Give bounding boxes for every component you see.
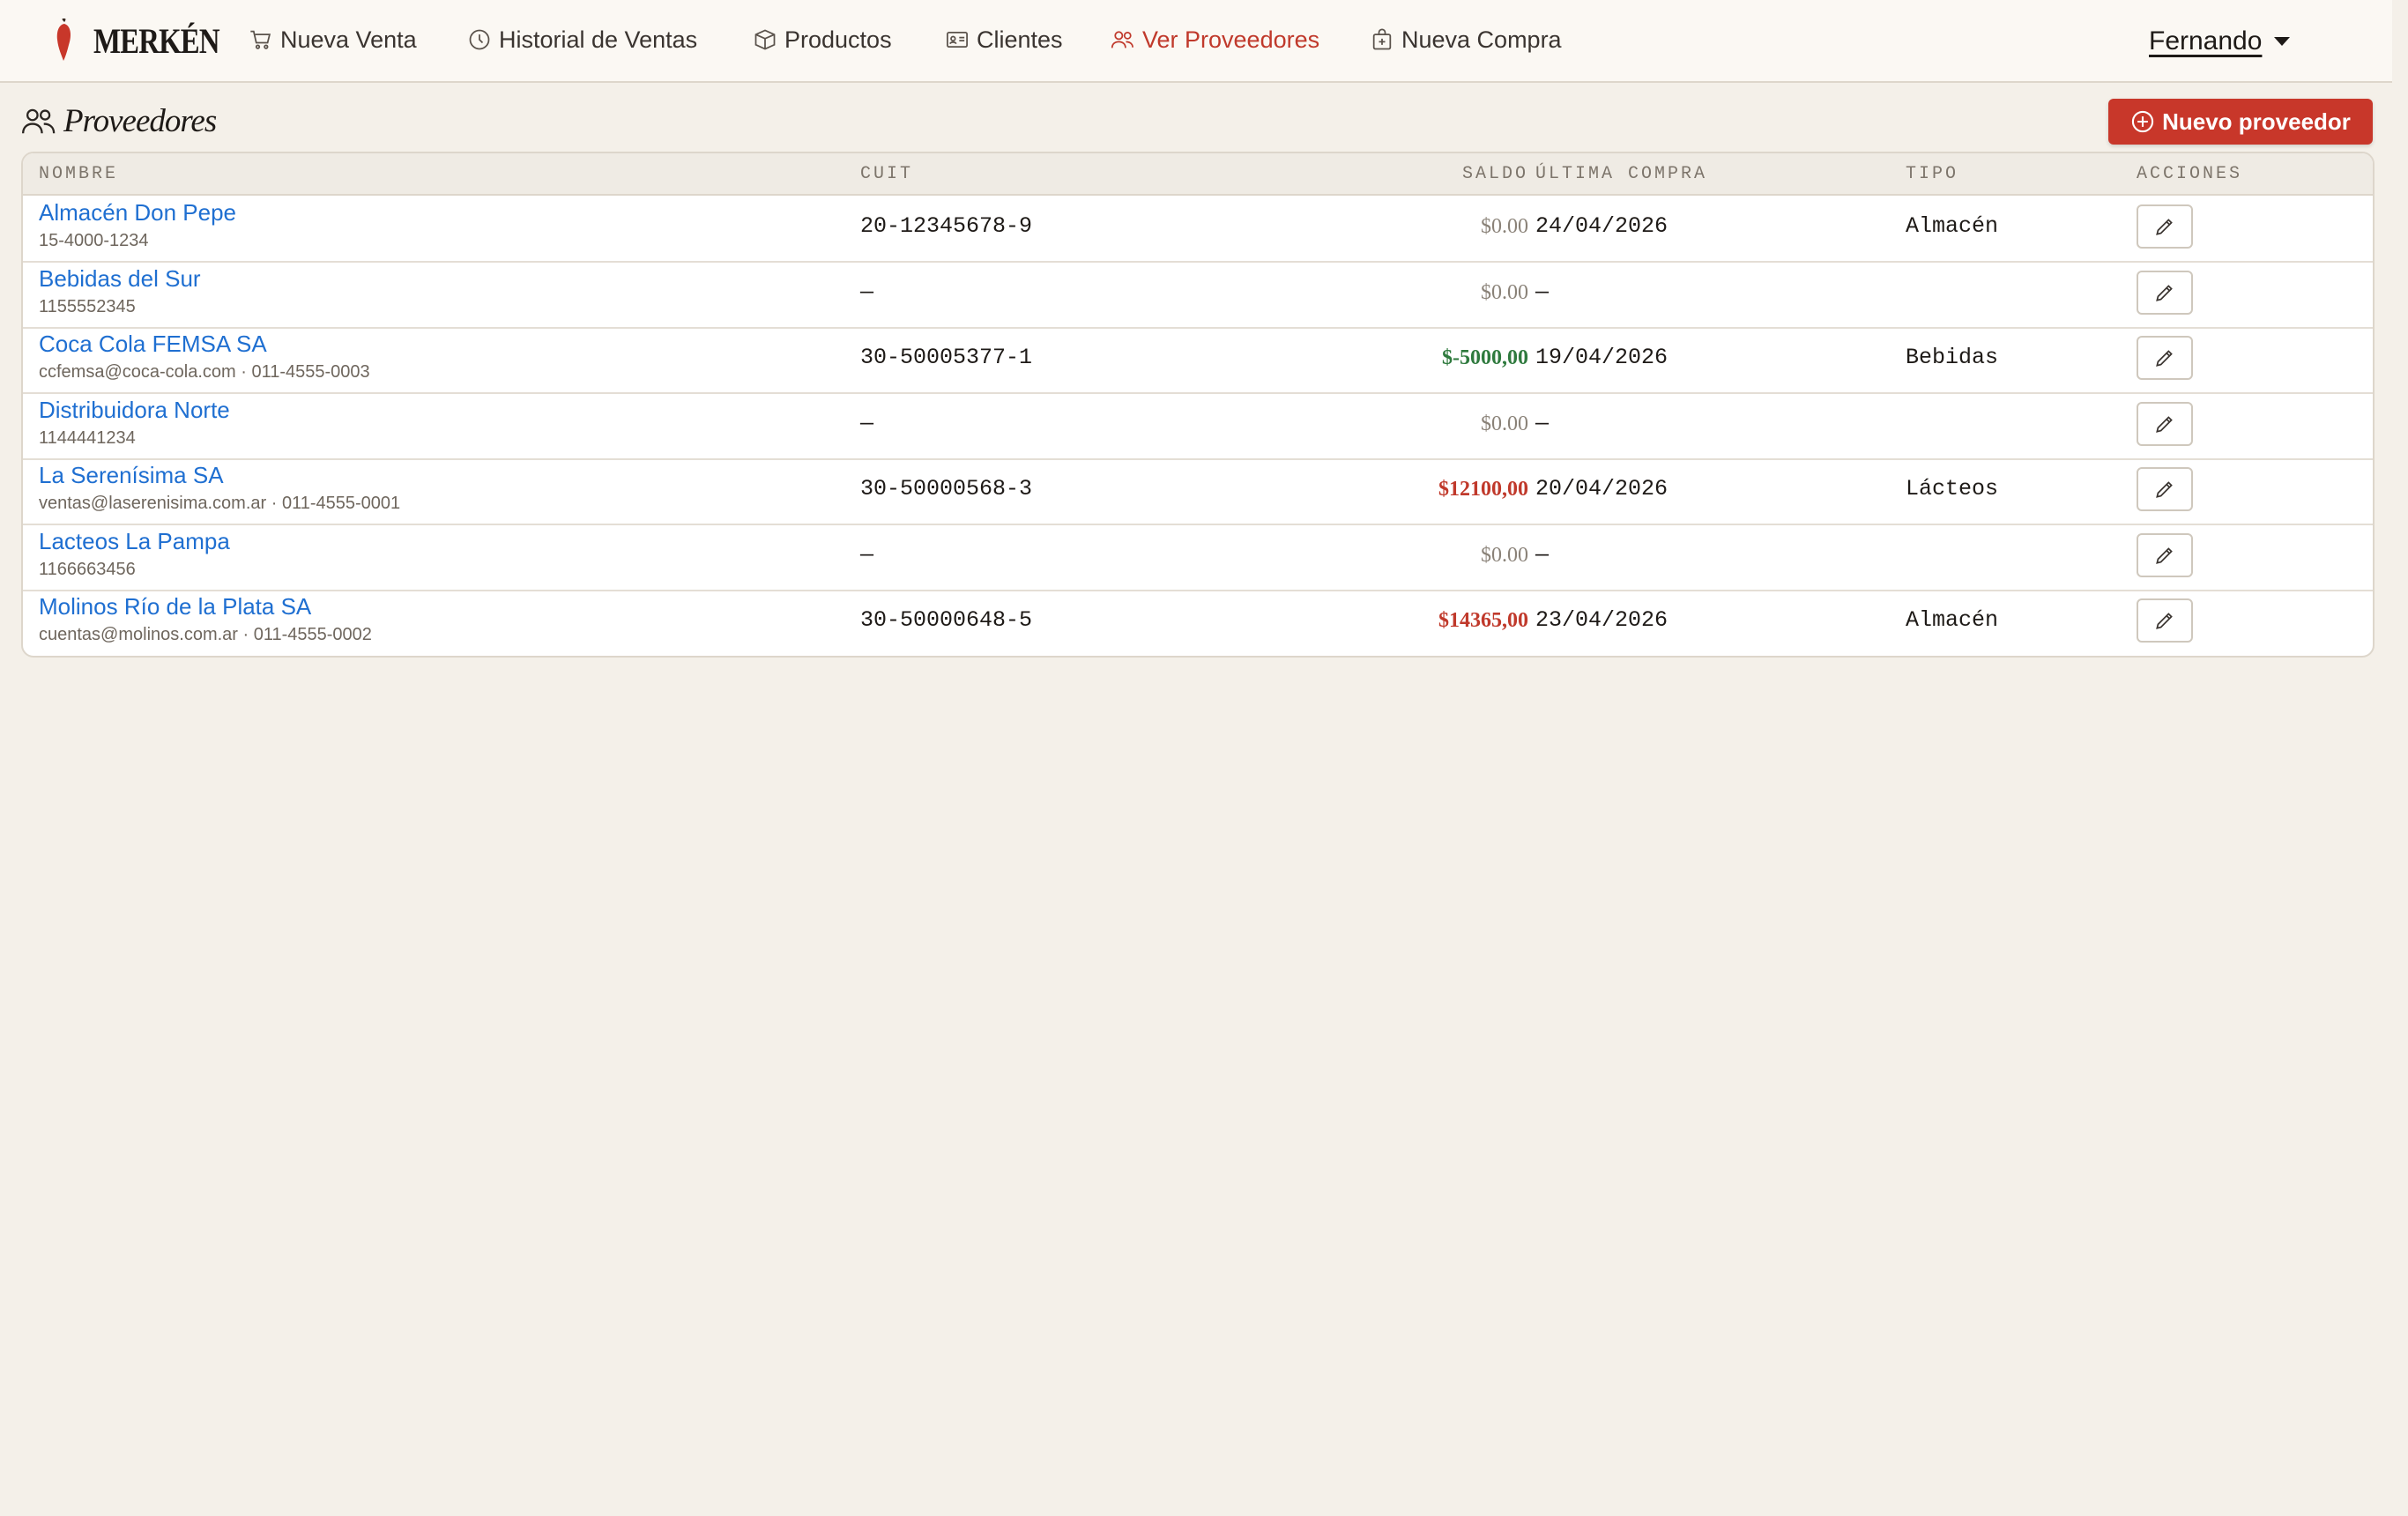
supplier-last-purchase: 19/04/2026 xyxy=(1535,345,1669,370)
column-header-saldo: SALDO xyxy=(1461,164,1528,184)
supplier-contact: 1166663456 xyxy=(39,559,136,579)
pencil-icon xyxy=(2156,613,2173,629)
nav-nueva-compra[interactable]: Nueva Compra xyxy=(1370,21,1562,58)
users-icon xyxy=(1111,31,1133,48)
cart-icon xyxy=(250,30,271,49)
column-header-tipo: TIPO xyxy=(1906,164,1959,184)
supplier-saldo: $0.00 xyxy=(1481,215,1528,238)
supplier-name-link[interactable]: Lacteos La Pampa xyxy=(39,528,230,555)
supplier-name-link[interactable]: Distribuidora Norte xyxy=(39,397,230,424)
caret-down-icon xyxy=(2274,37,2291,46)
table-row: Bebidas del Sur 1155552345 — $0.00 — xyxy=(23,262,2373,329)
pencil-icon xyxy=(2156,546,2173,564)
user-name: Fernando xyxy=(2149,26,2263,56)
new-supplier-label: Nuevo proveedor xyxy=(2162,108,2351,135)
box-icon xyxy=(754,29,776,50)
pencil-icon xyxy=(2156,415,2173,433)
table-row: Coca Cola FEMSA SA ccfemsa@coca-cola.com… xyxy=(23,327,2373,394)
table-row: La Serenísima SA ventas@laserenisima.com… xyxy=(23,458,2373,525)
supplier-contact: ccfemsa@coca-cola.com · 011-4555-0003 xyxy=(39,362,370,382)
table-row: Molinos Río de la Plata SA cuentas@molin… xyxy=(23,590,2373,655)
brand-logo[interactable]: MERKÉN xyxy=(51,16,247,65)
supplier-cuit: — xyxy=(860,541,874,568)
supplier-last-purchase: — xyxy=(1535,541,1550,568)
page-header: Proveedores xyxy=(21,99,217,143)
supplier-contact: 1155552345 xyxy=(39,296,136,316)
supplier-contact: 1144441234 xyxy=(39,427,136,448)
nav-nueva-venta[interactable]: Nueva Venta xyxy=(249,21,417,58)
top-navbar: MERKÉN Nueva Venta Historial de Ventas P… xyxy=(0,0,2392,83)
nav-label: Historial de Ventas xyxy=(499,26,698,53)
supplier-cuit: 20-12345678-9 xyxy=(860,213,1033,239)
supplier-last-purchase: 24/04/2026 xyxy=(1535,213,1669,239)
nav-productos[interactable]: Productos xyxy=(753,21,892,58)
supplier-last-purchase: 20/04/2026 xyxy=(1535,476,1669,502)
page-title: Proveedores xyxy=(63,102,217,139)
supplier-last-purchase: — xyxy=(1535,410,1550,436)
nav-label: Ver Proveedores xyxy=(1142,26,1320,53)
pencil-icon xyxy=(2156,219,2173,235)
supplier-name-link[interactable]: Almacén Don Pepe xyxy=(39,199,236,227)
supplier-name-link[interactable]: Molinos Río de la Plata SA xyxy=(39,593,311,621)
table-row: Almacén Don Pepe 15-4000-1234 20-1234567… xyxy=(23,196,2373,263)
supplier-type: Almacén xyxy=(1906,213,1999,239)
nav-label: Clientes xyxy=(977,26,1063,53)
edit-supplier-button[interactable] xyxy=(2137,336,2193,380)
table-row: Lacteos La Pampa 1166663456 — $0.00 — xyxy=(23,524,2373,591)
table-row: Distribuidora Norte 1144441234 — $0.00 — xyxy=(23,393,2373,460)
brand-name: MERKÉN xyxy=(93,20,219,61)
supplier-cuit: 30-50000648-5 xyxy=(860,607,1033,633)
supplier-saldo: $0.00 xyxy=(1481,280,1528,304)
supplier-saldo: $0.00 xyxy=(1481,543,1528,567)
pencil-icon xyxy=(2156,350,2173,367)
edit-supplier-button[interactable] xyxy=(2137,270,2193,315)
column-header-ultima-compra: ÚLTIMA COMPRA xyxy=(1535,164,1708,184)
new-supplier-button[interactable]: Nuevo proveedor xyxy=(2108,99,2373,145)
clock-icon xyxy=(469,29,490,50)
supplier-cuit: — xyxy=(860,279,874,305)
supplier-contact: ventas@laserenisima.com.ar · 011-4555-00… xyxy=(39,494,401,513)
supplier-name-link[interactable]: La Serenísima SA xyxy=(39,462,224,489)
user-menu[interactable]: Fernando xyxy=(2149,23,2291,60)
plus-circle-icon xyxy=(2131,110,2154,133)
supplier-contact: 15-4000-1234 xyxy=(39,231,149,250)
nav-label: Nueva Venta xyxy=(280,26,417,53)
column-header-cuit: CUIT xyxy=(860,164,914,184)
supplier-type: Almacén xyxy=(1906,607,1999,633)
nav-historial-ventas[interactable]: Historial de Ventas xyxy=(467,21,697,58)
column-header-nombre: NOMBRE xyxy=(39,164,119,184)
suppliers-table: NOMBRE CUIT SALDO ÚLTIMA COMPRA TIPO ACC… xyxy=(21,152,2375,658)
supplier-last-purchase: 23/04/2026 xyxy=(1535,607,1669,633)
nav-clientes[interactable]: Clientes xyxy=(945,21,1063,58)
edit-supplier-button[interactable] xyxy=(2137,204,2193,249)
supplier-name-link[interactable]: Coca Cola FEMSA SA xyxy=(39,331,267,358)
supplier-contact: cuentas@molinos.com.ar · 011-4555-0002 xyxy=(39,625,372,644)
nav-label: Productos xyxy=(784,26,892,53)
pencil-icon xyxy=(2156,284,2173,301)
supplier-name-link[interactable]: Bebidas del Sur xyxy=(39,265,201,293)
supplier-type: Lácteos xyxy=(1906,476,1999,502)
supplier-saldo: $0.00 xyxy=(1481,412,1528,435)
table-header: NOMBRE CUIT SALDO ÚLTIMA COMPRA TIPO ACC… xyxy=(23,153,2373,196)
edit-supplier-button[interactable] xyxy=(2137,467,2193,511)
nav-ver-proveedores[interactable]: Ver Proveedores xyxy=(1111,21,1319,58)
supplier-type: Bebidas xyxy=(1906,345,1999,370)
supplier-saldo: $14365,00 xyxy=(1438,609,1528,632)
supplier-cuit: 30-50005377-1 xyxy=(860,345,1033,370)
supplier-cuit: — xyxy=(860,410,874,436)
users-icon xyxy=(22,108,56,134)
edit-supplier-button[interactable] xyxy=(2137,532,2193,577)
chili-pepper-icon xyxy=(56,19,71,61)
nav-label: Nueva Compra xyxy=(1401,26,1562,53)
id-card-icon xyxy=(947,31,968,48)
supplier-cuit: 30-50000568-3 xyxy=(860,476,1033,502)
edit-supplier-button[interactable] xyxy=(2137,598,2193,643)
supplier-saldo: $12100,00 xyxy=(1438,478,1528,501)
edit-supplier-button[interactable] xyxy=(2137,401,2193,446)
supplier-saldo: $-5000,00 xyxy=(1442,346,1528,369)
bag-plus-icon xyxy=(1372,28,1392,50)
column-header-acciones: ACCIONES xyxy=(2137,164,2243,184)
supplier-last-purchase: — xyxy=(1535,279,1550,305)
pencil-icon xyxy=(2156,481,2173,498)
